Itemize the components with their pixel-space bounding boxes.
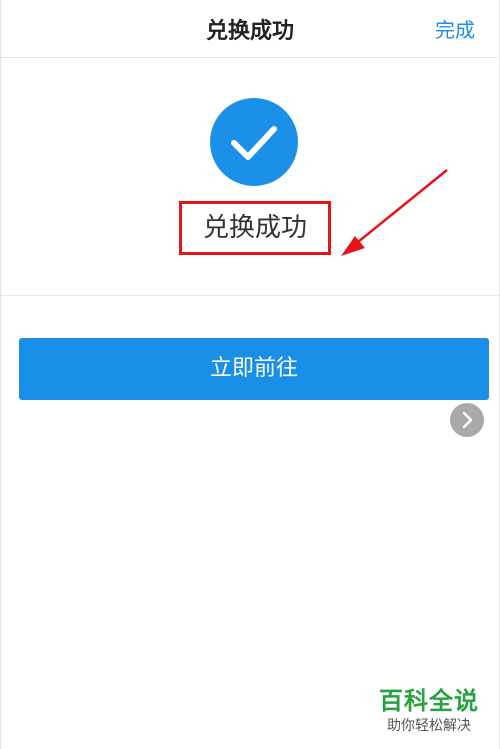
done-button[interactable]: 完成 — [435, 14, 475, 43]
watermark-subtitle: 助你轻松解决 — [387, 718, 471, 734]
success-badge — [210, 98, 298, 186]
watermark-logo: 百科全说 助你轻松解决 — [373, 686, 485, 736]
checkmark-icon — [231, 126, 277, 160]
next-page-button[interactable] — [450, 403, 484, 437]
chevron-right-icon — [462, 411, 473, 429]
annotation-highlight-box — [179, 201, 331, 255]
watermark-title: 百科全说 — [379, 687, 479, 715]
app-screen: 兑换成功 完成 兑换成功 立即前往 百科全说 助你轻松解决 — [0, 0, 500, 749]
navigation-bar: 兑换成功 完成 — [1, 0, 499, 58]
page-title: 兑换成功 — [205, 19, 294, 44]
result-panel: 兑换成功 — [1, 58, 499, 296]
annotation-arrow-icon — [341, 169, 448, 256]
go-now-button[interactable]: 立即前往 — [19, 338, 489, 400]
